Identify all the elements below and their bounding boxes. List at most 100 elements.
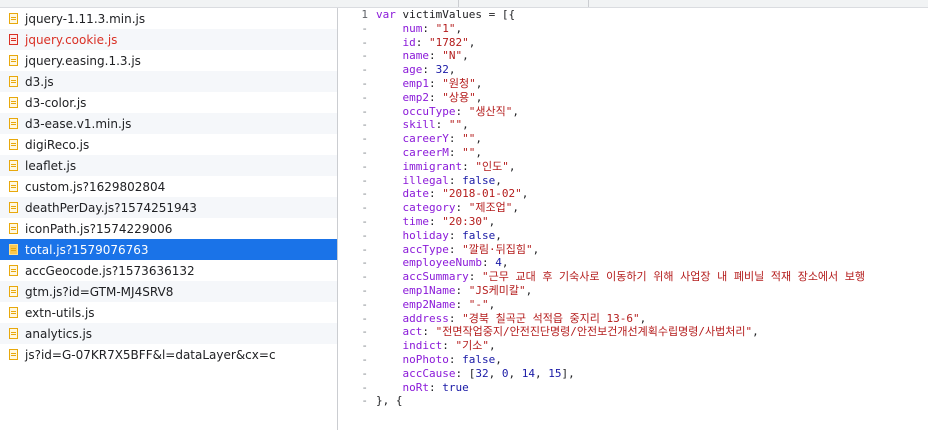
line-number[interactable]: -	[338, 270, 376, 284]
code-token: ,	[475, 76, 483, 90]
code-token: "-"	[468, 297, 489, 311]
file-item[interactable]: jquery.easing.1.3.js	[0, 50, 337, 71]
line-number[interactable]: -	[338, 284, 376, 298]
code-text: illegal: false,	[376, 174, 501, 188]
line-number[interactable]: -	[338, 229, 376, 243]
file-item[interactable]: d3-ease.v1.min.js	[0, 113, 337, 134]
file-item[interactable]: analytics.js	[0, 323, 337, 344]
line-number[interactable]: -	[338, 49, 376, 63]
line-number[interactable]: -	[338, 215, 376, 229]
code-editor[interactable]: 1 var victimValues = [{- num: "1", - id: "…	[338, 8, 928, 430]
line-number[interactable]: -	[338, 367, 376, 381]
file-item[interactable]: accGeocode.js?1573636132	[0, 260, 337, 281]
code-token: address	[376, 311, 449, 325]
line-number[interactable]: -	[338, 325, 376, 339]
code-token: :	[428, 76, 443, 90]
file-name: jquery.cookie.js	[25, 32, 118, 47]
code-token: : [	[455, 366, 476, 380]
code-line: - accType: "깔림·뒤집힘",	[338, 243, 928, 257]
file-item[interactable]: extn-utils.js	[0, 302, 337, 323]
line-number[interactable]: -	[338, 118, 376, 132]
js-file-icon	[9, 160, 18, 171]
line-number[interactable]: -	[338, 63, 376, 77]
code-line: - immigrant: "인도",	[338, 160, 928, 174]
file-item[interactable]: iconPath.js?1574229006	[0, 218, 337, 239]
file-item[interactable]: gtm.js?id=GTM-MJ4SRV8	[0, 281, 337, 302]
file-name: d3-ease.v1.min.js	[25, 116, 132, 131]
line-number[interactable]: -	[338, 394, 376, 408]
line-number[interactable]: 1	[338, 8, 376, 22]
file-item[interactable]: digiReco.js	[0, 134, 337, 155]
line-number[interactable]: -	[338, 146, 376, 160]
code-token: category	[376, 201, 456, 215]
js-file-icon	[9, 244, 18, 255]
js-file-icon	[9, 118, 18, 129]
code-token: "생산직"	[468, 104, 513, 118]
code-text: name: "N",	[376, 49, 468, 63]
code-token: "인도"	[475, 159, 509, 173]
line-number[interactable]: -	[338, 91, 376, 105]
js-file-icon	[9, 97, 18, 108]
code-token: ,	[525, 283, 533, 297]
code-token: careerM	[376, 145, 449, 159]
code-line: - noPhoto: false,	[338, 353, 928, 367]
code-token: "2018-01-02"	[442, 187, 522, 201]
code-line: -}, {	[338, 394, 928, 408]
line-number[interactable]: -	[338, 132, 376, 146]
code-text: }, {	[376, 394, 403, 408]
file-item[interactable]: jquery-1.11.3.min.js	[0, 8, 337, 29]
code-token: :	[455, 297, 469, 311]
code-token: ,	[455, 21, 463, 35]
file-item[interactable]: js?id=G-07KR7X5BFF&l=dataLayer&cx=c	[0, 344, 337, 365]
code-token: ],	[561, 366, 575, 380]
line-number[interactable]: -	[338, 105, 376, 119]
code-text: time: "20:30",	[376, 215, 495, 229]
code-token: false	[462, 228, 496, 242]
code-token: ,	[462, 118, 469, 132]
file-item[interactable]: leaflet.js	[0, 155, 337, 176]
js-file-icon	[9, 265, 18, 276]
file-item[interactable]: d3-color.js	[0, 92, 337, 113]
line-number[interactable]: -	[338, 298, 376, 312]
code-token: occuType	[376, 104, 456, 118]
file-name: jquery.easing.1.3.js	[25, 53, 141, 68]
code-token: num	[376, 21, 423, 35]
code-token: ,	[512, 201, 519, 215]
file-item[interactable]: deathPerDay.js?1574251943	[0, 197, 337, 218]
file-item[interactable]: jquery.cookie.js	[0, 29, 337, 50]
line-number[interactable]: -	[338, 381, 376, 395]
file-item[interactable]: custom.js?1629802804	[0, 176, 337, 197]
line-number[interactable]: -	[338, 160, 376, 174]
line-number[interactable]: -	[338, 22, 376, 36]
code-token: "원청"	[442, 76, 476, 90]
code-token: 15	[548, 366, 562, 380]
line-number[interactable]: -	[338, 187, 376, 201]
editor-tab[interactable]	[458, 0, 589, 7]
code-token: :	[428, 49, 443, 63]
line-number[interactable]: -	[338, 77, 376, 91]
code-token: emp1Name	[376, 283, 456, 297]
code-token: holiday	[376, 228, 449, 242]
line-number[interactable]: -	[338, 36, 376, 50]
line-number[interactable]: -	[338, 256, 376, 270]
code-token: :	[415, 35, 429, 49]
code-token: ""	[462, 132, 476, 146]
line-number[interactable]: -	[338, 201, 376, 215]
line-number[interactable]: -	[338, 174, 376, 188]
line-number[interactable]: -	[338, 353, 376, 367]
code-text: num: "1",	[376, 22, 462, 36]
editor-tab[interactable]	[338, 0, 459, 7]
line-number[interactable]: -	[338, 312, 376, 326]
code-line: - indict: "기소",	[338, 339, 928, 353]
code-text: skill: "",	[376, 118, 469, 132]
code-text: careerM: "",	[376, 146, 482, 160]
file-item[interactable]: d3.js	[0, 71, 337, 92]
line-number[interactable]: -	[338, 339, 376, 353]
line-number[interactable]: -	[338, 243, 376, 257]
js-file-icon	[9, 349, 18, 360]
code-line: - emp2: "상용",	[338, 91, 928, 105]
code-token: emp1	[376, 76, 429, 90]
code-token: :	[448, 132, 463, 146]
file-item[interactable]: total.js?1579076763	[0, 239, 337, 260]
js-file-icon	[9, 307, 18, 318]
